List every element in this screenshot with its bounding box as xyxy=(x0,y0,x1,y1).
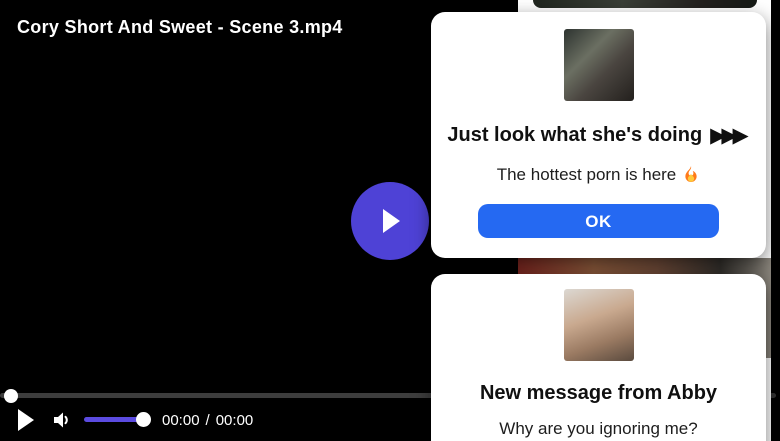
play-icon xyxy=(383,209,400,233)
message-body: Why are you ignoring me? xyxy=(499,419,698,438)
volume-thumb[interactable] xyxy=(136,412,151,427)
duration: 00:00 xyxy=(215,412,254,429)
fire-icon xyxy=(685,166,697,183)
ad-subtext: The hottest porn is here xyxy=(431,165,766,185)
cutoff-photo-placeholder xyxy=(533,0,757,8)
video-title: Cory Short And Sweet - Scene 3.mp4 xyxy=(17,17,343,37)
speaker-low-icon xyxy=(54,412,68,428)
video-player: Cory Short And Sweet - Scene 3.mp4 00:00… xyxy=(0,0,780,441)
mute-button[interactable] xyxy=(49,408,73,432)
triple-play-arrows-icon: ▶▶▶ xyxy=(710,123,749,147)
ad-heading-text: Just look what she's doing xyxy=(447,124,703,146)
time-separator: / xyxy=(205,412,210,429)
message-dialog[interactable]: New message from Abby Why are you ignori… xyxy=(431,274,766,441)
ok-button[interactable]: OK xyxy=(478,204,719,238)
time-display: 00:00 / 00:00 xyxy=(162,412,253,429)
ad-dialog[interactable]: Just look what she's doing ▶▶▶ The hottes… xyxy=(431,12,766,258)
message-heading: New message from Abby xyxy=(479,382,718,404)
message-thumbnail-image[interactable] xyxy=(563,289,634,361)
play-button[interactable] xyxy=(18,409,34,431)
ad-heading: Just look what she's doing ▶▶▶ xyxy=(431,123,766,147)
seek-thumb[interactable] xyxy=(4,389,18,403)
big-play-button[interactable] xyxy=(351,182,429,260)
ad-thumbnail-image[interactable] xyxy=(563,29,634,101)
ad-subtext-text: The hottest porn is here xyxy=(496,165,677,184)
current-time: 00:00 xyxy=(162,412,200,429)
